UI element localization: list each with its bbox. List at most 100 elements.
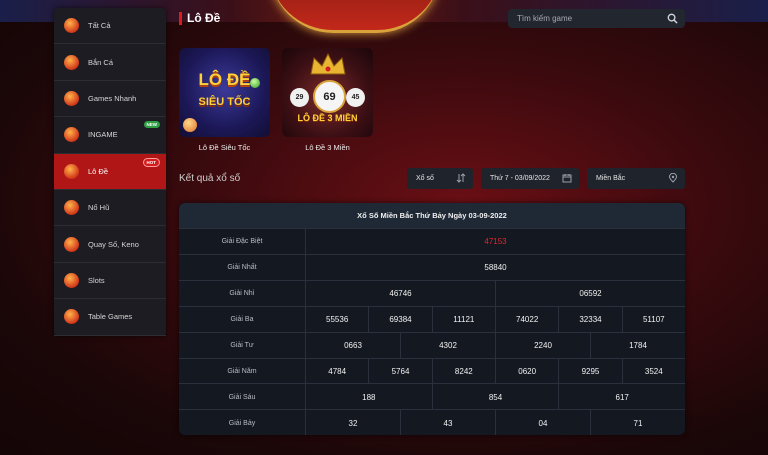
ball-icon [250, 78, 260, 88]
prize-number: 32334 [559, 306, 623, 333]
sort-icon [456, 173, 466, 183]
prize-label: Giải Năm [179, 358, 306, 385]
game-thumbnail[interactable]: 69 29 45 LÔ ĐỀ 3 MIỀN [282, 48, 373, 137]
prize-number: 51107 [642, 315, 665, 325]
prize-number: 04 [496, 410, 591, 435]
prize-number: 9295 [559, 358, 623, 385]
ball-icon: 29 [290, 88, 309, 107]
game-art-title: LÔ ĐỀ 3 MIỀN [297, 113, 358, 123]
game-label[interactable]: Lô Đề Siêu Tốc [179, 143, 270, 152]
prize-label: Giải Đặc Biệt [179, 229, 306, 255]
game-card-lo-de-3-mien[interactable]: 69 29 45 LÔ ĐỀ 3 MIỀN Lô Đề 3 Miền [282, 48, 373, 152]
results-section-title: Kết quả xổ số [179, 173, 241, 184]
category-icon [64, 54, 79, 70]
sidebar: Tất Cả Bắn Cá Games Nhanh INGAME NEW Lô Đề HOT… [54, 8, 166, 336]
prize-number: 69384 [369, 306, 433, 333]
prize-number: 11121 [433, 306, 496, 333]
table-row: Giải Năm 4784 5764 8242 0620 9295 3524 [179, 357, 685, 385]
prize-label: Giải Tư [179, 332, 306, 359]
game-card-lo-de-sieu-toc[interactable]: LÔ ĐỀ SIÊU TỐC Lô Đề Siêu Tốc [179, 48, 270, 152]
prize-label: Giải Bảy [179, 410, 306, 435]
ball-icon [183, 118, 197, 132]
sidebar-item-label: Tất Cả [88, 21, 111, 31]
prize-number: 4784 [306, 358, 370, 385]
search-input[interactable] [508, 13, 669, 24]
category-icon [64, 236, 79, 252]
crown-icon [310, 52, 346, 75]
category-icon [64, 90, 79, 106]
results-table-title: Xổ Số Miền Bắc Thứ Bảy Ngày 03-09-2022 [179, 203, 685, 228]
sidebar-item-table-games[interactable]: Table Games [54, 299, 166, 336]
sidebar-item-games-nhanh[interactable]: Games Nhanh [54, 81, 166, 118]
sidebar-item-label: Slots [88, 275, 105, 285]
sidebar-item-n-h[interactable]: Nổ Hũ [54, 190, 166, 227]
top-crest-decoration [270, 0, 440, 33]
category-icon [64, 127, 79, 143]
results-table: Xổ Số Miền Bắc Thứ Bảy Ngày 03-09-2022 G… [179, 203, 685, 435]
prize-number: 617 [615, 392, 629, 402]
prize-number: 47153 [484, 237, 507, 247]
table-row: Giải Nhì 46746 06592 [179, 279, 685, 307]
lottery-type-value: Xổ số [416, 175, 434, 182]
sidebar-badge: NEW [143, 121, 160, 129]
prize-number: 8242 [433, 358, 496, 385]
lottery-type-select[interactable]: Xổ số [407, 168, 473, 189]
sidebar-item-quay-s-keno[interactable]: Quay Số, Keno [54, 226, 166, 263]
region-select[interactable]: Miền Bắc [587, 168, 685, 189]
table-row: Giải Tư 0663 4302 2240 1784 [179, 331, 685, 359]
sidebar-item-label: Table Games [88, 312, 133, 322]
sidebar-item-b-n-c[interactable]: Bắn Cá [54, 44, 166, 81]
table-row: Giải Bảy 32 43 04 71 [179, 409, 685, 435]
prize-number: 43 [401, 410, 496, 435]
table-row: Giải Nhất 58840 [179, 253, 685, 281]
sidebar-item-label: Lô Đề [88, 166, 109, 176]
table-row: Giải Sáu 188 854 617 [179, 383, 685, 411]
sidebar-badge: HOT [142, 157, 160, 167]
prize-label: Giải Ba [179, 306, 306, 333]
sidebar-item-label: INGAME [88, 130, 118, 140]
page-title: Lô Đề [179, 12, 220, 25]
prize-number: 5764 [369, 358, 433, 385]
category-icon [64, 163, 79, 179]
sidebar-item-t-t-c[interactable]: Tất Cả [54, 8, 166, 45]
date-picker[interactable]: Thứ 7 - 03/09/2022 [481, 168, 579, 189]
sidebar-item-label: Games Nhanh [88, 93, 137, 103]
prize-number: 1784 [629, 341, 647, 351]
game-thumbnail[interactable]: LÔ ĐỀ SIÊU TỐC [179, 48, 270, 137]
prize-number: 32 [306, 410, 401, 435]
calendar-icon [562, 174, 572, 183]
prize-number: 58840 [484, 263, 507, 273]
sidebar-item-label: Nổ Hũ [88, 203, 110, 213]
category-icon [64, 309, 79, 325]
ball-icon: 45 [346, 88, 365, 107]
date-value: Thứ 7 - 03/09/2022 [490, 175, 550, 182]
region-value: Miền Bắc [596, 175, 626, 182]
game-art-subtitle: SIÊU TỐC [198, 96, 251, 108]
prize-number: 188 [306, 384, 433, 411]
prize-number: 0663 [306, 332, 401, 359]
prize-number: 4302 [401, 332, 496, 359]
prize-number: 854 [433, 384, 560, 411]
sidebar-item-l[interactable]: Lô Đề HOT [54, 153, 166, 190]
category-icon [64, 272, 79, 288]
sidebar-item-label: Quay Số, Keno [88, 239, 139, 249]
game-label[interactable]: Lô Đề 3 Miền [282, 143, 373, 152]
prize-label: Giải Nhì [179, 280, 306, 307]
prize-number: 46746 [306, 280, 496, 307]
search-box[interactable] [508, 9, 685, 28]
table-row: Giải Ba 55536 69384 11121 74022 32334 51107 [179, 305, 685, 333]
prize-number: 0620 [496, 358, 560, 385]
location-pin-icon [668, 173, 678, 183]
prize-number: 3524 [644, 366, 663, 376]
prize-number: 2240 [496, 332, 591, 359]
sidebar-item-label: Bắn Cá [88, 57, 114, 67]
prize-number: 55536 [306, 306, 370, 333]
sidebar-item-ingame[interactable]: INGAME NEW [54, 117, 166, 154]
prize-number: 71 [633, 418, 643, 428]
category-icon [64, 18, 79, 34]
search-icon[interactable] [667, 13, 678, 24]
category-icon [64, 200, 79, 216]
prize-number: 74022 [496, 306, 560, 333]
prize-label: Giải Nhất [179, 254, 306, 281]
sidebar-item-slots[interactable]: Slots [54, 263, 166, 300]
